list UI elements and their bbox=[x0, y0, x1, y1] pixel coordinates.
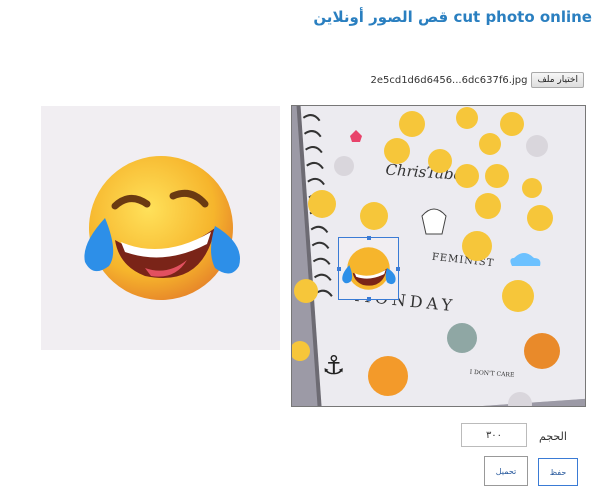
crop-emoji-thumbnail bbox=[342, 247, 396, 290]
crop-preview bbox=[41, 106, 280, 350]
page-title: cut photo online قص الصور أونلاين bbox=[313, 8, 592, 26]
size-label: الحجم bbox=[539, 430, 567, 443]
file-name: 2e5cd1d6d6456...6dc637f6.jpg bbox=[370, 74, 528, 86]
choose-file-button[interactable]: اختيار ملف bbox=[531, 72, 584, 88]
file-picker: 2e5cd1d6d6456...6dc637f6.jpg اختيار ملف bbox=[370, 72, 584, 88]
laughing-emoji-image bbox=[83, 156, 240, 300]
crop-handle-top[interactable] bbox=[367, 236, 371, 240]
svg-text:⚓: ⚓ bbox=[322, 351, 345, 381]
download-button[interactable]: تحميل bbox=[484, 456, 528, 486]
crop-handle-right[interactable] bbox=[396, 267, 400, 271]
crop-handle-bottom[interactable] bbox=[367, 297, 371, 301]
save-button[interactable]: حفظ bbox=[538, 458, 578, 486]
crop-handle-left[interactable] bbox=[337, 267, 341, 271]
size-input[interactable] bbox=[461, 423, 527, 447]
source-image[interactable]: ChrisTabel FEMINIST MONDAY I DON'T CARE bbox=[291, 105, 586, 407]
emoji-stickers: ⚓ bbox=[292, 107, 560, 406]
crop-selection[interactable] bbox=[337, 236, 400, 301]
